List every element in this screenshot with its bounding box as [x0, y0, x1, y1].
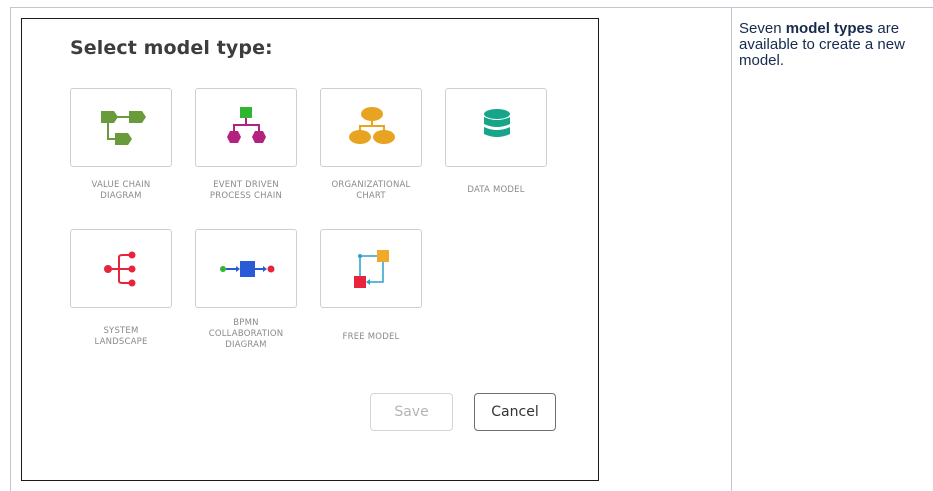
note-prefix: Seven: [739, 20, 786, 37]
bpmn-collaboration-icon: [220, 261, 275, 277]
tile-label-free-model: FREE MODEL: [311, 332, 431, 343]
tile-system-landscape[interactable]: [70, 229, 172, 308]
tile-value-chain-diagram[interactable]: [70, 88, 172, 167]
tile-label-organizational: ORGANIZATIONAL CHART: [311, 180, 431, 202]
tile-label-line: DATA MODEL: [467, 185, 525, 195]
note-bold: model types: [785, 20, 874, 37]
tile-event-driven-process-chain[interactable]: [195, 88, 297, 167]
table-border-divider: [731, 7, 732, 491]
description-note: Seven model types are available to creat…: [739, 21, 929, 69]
tile-label-line: VALUE CHAIN: [91, 180, 151, 190]
tile-free-model[interactable]: [320, 229, 422, 308]
tile-label-line: FREE MODEL: [342, 332, 400, 342]
tile-data-model[interactable]: [445, 88, 547, 167]
dialog-title: Select model type:: [70, 37, 273, 59]
tile-label-line: CHART: [356, 191, 386, 201]
org-chart-icon: [349, 107, 395, 144]
tile-bpmn-collaboration-diagram[interactable]: [195, 229, 297, 308]
save-button[interactable]: Save: [370, 393, 453, 431]
system-landscape-icon: [104, 251, 136, 287]
event-driven-process-chain-icon: [227, 107, 266, 143]
tile-label-bpmn: BPMN COLLABORATION DIAGRAM: [186, 318, 306, 351]
tile-label-line: PROCESS CHAIN: [209, 191, 283, 201]
tile-label-line: BPMN: [233, 318, 259, 328]
tile-label-line: COLLABORATION: [208, 329, 284, 339]
value-chain-icon: [101, 111, 146, 145]
model-type-dialog: Select model type: VALUE CHAIN DIAGRAM E…: [21, 18, 599, 481]
tile-label-system-landscape: SYSTEM LANDSCAPE: [61, 326, 181, 348]
tile-label-value-chain: VALUE CHAIN DIAGRAM: [61, 180, 181, 202]
tile-label-line: ORGANIZATIONAL: [331, 180, 411, 190]
tile-label-data-model: DATA MODEL: [436, 185, 556, 196]
tile-label-event-driven: EVENT DRIVEN PROCESS CHAIN: [186, 180, 306, 202]
table-border-top: [10, 7, 933, 8]
tile-label-line: DIAGRAM: [225, 340, 267, 350]
tile-label-line: DIAGRAM: [100, 191, 142, 201]
free-model-icon: [354, 250, 389, 288]
database-icon: [484, 109, 510, 137]
wiki-page: Seven model types are available to creat…: [0, 0, 933, 491]
table-border-left: [10, 7, 11, 491]
tile-label-line: EVENT DRIVEN: [213, 180, 279, 190]
tile-label-line: LANDSCAPE: [94, 337, 148, 347]
tile-organizational-chart[interactable]: [320, 88, 422, 167]
cancel-button[interactable]: Cancel: [474, 393, 556, 431]
tile-label-line: SYSTEM: [103, 326, 139, 336]
